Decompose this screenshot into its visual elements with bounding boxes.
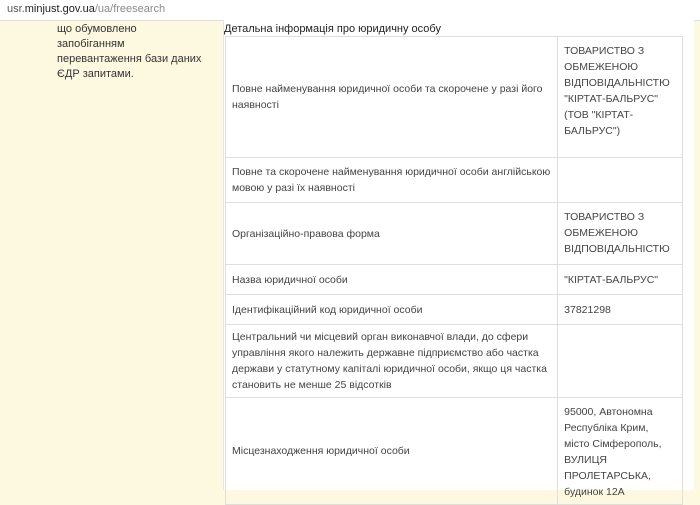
row-value: 95000, Автономна Республіка Крим, місто … — [557, 397, 683, 505]
row-value — [557, 324, 683, 398]
row-value: ТОВАРИСТВО З ОБМЕЖЕНОЮ ВІДПОВІДАЛЬНІСТЮ … — [557, 36, 683, 158]
url-host-domain: minjust.gov.ua — [24, 3, 95, 15]
table-row: Місцезнаходження юридичної особи 95000, … — [224, 397, 683, 505]
row-value: "КІРТАТ-БАЛЬРУС" — [557, 264, 683, 295]
entity-details-table: Повне найменування юридичної особи та ск… — [224, 36, 683, 505]
row-label: Ідентифікаційний код юридичної особи — [224, 294, 559, 325]
table-row: Організаційно-правова форма ТОВАРИСТВО З… — [224, 202, 683, 265]
url-host-prefix: usr. — [7, 3, 25, 15]
address-bar[interactable]: usr.minjust.gov.ua/ua/freesearch — [0, 0, 700, 21]
row-value: 37821298 — [557, 294, 683, 325]
row-label: Повне та скорочене найменування юридично… — [224, 157, 559, 203]
url-path: /ua/freesearch — [94, 3, 166, 15]
details-caption: Детальна інформація про юридичну особу — [224, 23, 441, 35]
table-row: Ідентифікаційний код юридичної особи 378… — [224, 294, 683, 325]
address-bar-url[interactable]: usr.minjust.gov.ua/ua/freesearch — [7, 0, 165, 18]
sidebar-notice-line: ЄДР запитами. — [57, 68, 134, 80]
row-label: Організаційно-правова форма — [224, 202, 559, 265]
row-label: Центральний чи місцевий орган виконавчої… — [224, 324, 559, 398]
table-row: Центральний чи місцевий орган виконавчої… — [224, 324, 683, 398]
row-label: Назва юридичної особи — [224, 264, 559, 295]
row-value — [557, 157, 683, 203]
main-content: Детальна інформація про юридичну особу П… — [223, 20, 694, 505]
sidebar-notice-line: перевантаження бази даних — [57, 53, 202, 65]
sidebar-notice-line: що обумовлено запобіганням — [57, 23, 137, 50]
sidebar-notice: що обумовлено запобіганням перевантаженн… — [57, 22, 207, 82]
row-label: Місцезнаходження юридичної особи — [224, 397, 559, 505]
row-value: ТОВАРИСТВО З ОБМЕЖЕНОЮ ВІДПОВІДАЛЬНІСТЮ — [557, 202, 683, 265]
table-row: Повне та скорочене найменування юридично… — [224, 157, 683, 203]
table-row: Назва юридичної особи "КІРТАТ-БАЛЬРУС" — [224, 264, 683, 295]
table-row: Повне найменування юридичної особи та ск… — [224, 36, 683, 158]
row-label: Повне найменування юридичної особи та ск… — [224, 36, 559, 158]
